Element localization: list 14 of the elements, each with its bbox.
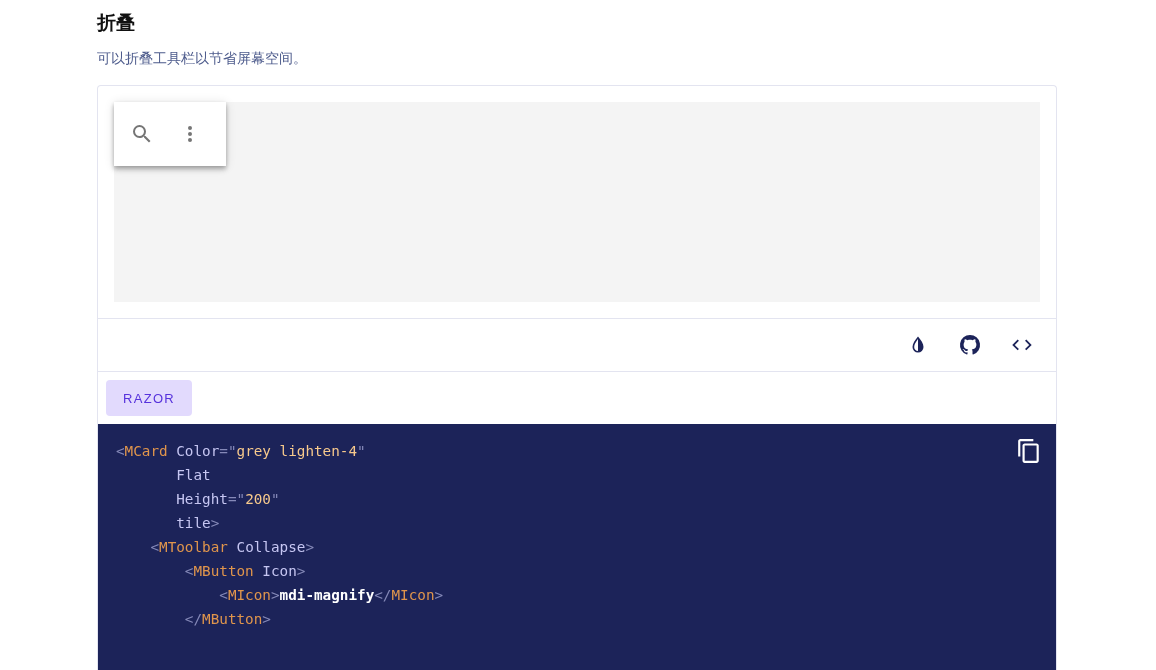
github-icon — [958, 333, 982, 357]
code-line: Flat — [175, 466, 211, 485]
code-line: Height="200" — [175, 490, 280, 509]
code-line: <MCard Color="grey lighten-4" — [116, 442, 366, 461]
code-line: <MButton Icon> — [183, 562, 306, 581]
section-description: 可以折叠工具栏以节省屏幕空间。 — [97, 49, 308, 68]
section-title: 折叠 — [97, 11, 136, 35]
code-line: tile> — [175, 514, 220, 533]
code-tab[interactable]: RAZOR — [106, 380, 192, 416]
code-line: <MToolbar Collapse> — [149, 538, 314, 557]
more-icon — [188, 126, 192, 142]
copy-icon — [1016, 438, 1042, 464]
code-line: <MIcon>mdi-magnify</MIcon> — [218, 586, 444, 605]
code-line: </MButton> — [183, 610, 271, 629]
